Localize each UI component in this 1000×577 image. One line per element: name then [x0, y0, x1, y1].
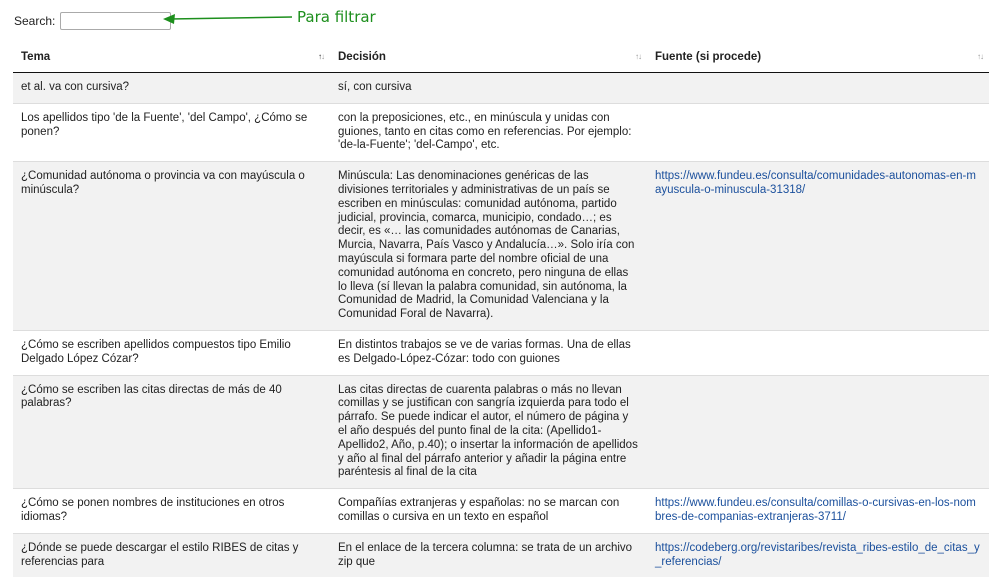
- cell-tema: ¿Dónde se puede descargar el estilo RIBE…: [13, 532, 330, 577]
- cell-decision: Minúscula: Las denominaciones genéricas …: [330, 161, 647, 331]
- cell-decision: Las citas directas de cuarenta palabras …: [330, 374, 647, 489]
- table-row: Los apellidos tipo 'de la Fuente', 'del …: [13, 102, 989, 162]
- decisions-table: Tema ↑↓ Decisión ↑↓ Fuente (si procede) …: [13, 42, 989, 577]
- column-header-label: Tema: [21, 51, 51, 63]
- cell-fuente: [647, 102, 989, 162]
- source-link[interactable]: https://codeberg.org/revistaribes/revist…: [655, 542, 980, 568]
- cell-fuente: [647, 329, 989, 376]
- cell-decision: En el enlace de la tercera columna: se t…: [330, 532, 647, 577]
- cell-fuente: [647, 374, 989, 489]
- table-row: ¿Dónde se puede descargar el estilo RIBE…: [13, 532, 989, 577]
- cell-decision: sí, con cursiva: [330, 72, 647, 104]
- column-header-decision[interactable]: Decisión ↑↓: [330, 42, 647, 73]
- column-header-fuente[interactable]: Fuente (si procede) ↑↓: [647, 42, 989, 73]
- cell-tema: ¿Cómo se escriben las citas directas de …: [13, 374, 330, 489]
- source-link[interactable]: https://www.fundeu.es/consulta/comunidad…: [655, 170, 976, 196]
- table-row: ¿Comunidad autónoma o provincia va con m…: [13, 161, 989, 331]
- cell-tema: ¿Comunidad autónoma o provincia va con m…: [13, 161, 330, 331]
- column-header-label: Decisión: [338, 51, 386, 63]
- cell-tema: et al. va con cursiva?: [13, 72, 330, 104]
- sort-icon: ↑↓: [977, 52, 984, 61]
- search-label: Search:: [14, 14, 56, 28]
- search-input[interactable]: [60, 12, 172, 30]
- column-header-label: Fuente (si procede): [655, 51, 762, 63]
- filter-annotation: Para filtrar: [160, 8, 380, 32]
- search-bar: Search:: [14, 11, 172, 31]
- table-row: ¿Cómo se escriben las citas directas de …: [13, 374, 989, 489]
- cell-fuente: [647, 72, 989, 104]
- cell-tema: Los apellidos tipo 'de la Fuente', 'del …: [13, 102, 330, 162]
- cell-fuente: https://www.fundeu.es/consulta/comunidad…: [647, 161, 989, 331]
- cell-fuente: https://codeberg.org/revistaribes/revist…: [647, 532, 989, 577]
- sort-icon: ↑↓: [635, 52, 642, 61]
- cell-decision: En distintos trabajos se ve de varias fo…: [330, 329, 647, 376]
- source-link[interactable]: https://www.fundeu.es/consulta/comillas-…: [655, 497, 976, 523]
- table-row: et al. va con cursiva? sí, con cursiva: [13, 72, 989, 104]
- cell-tema: ¿Cómo se ponen nombres de instituciones …: [13, 488, 330, 534]
- table-header-row: Tema ↑↓ Decisión ↑↓ Fuente (si procede) …: [13, 42, 989, 73]
- table-row: ¿Cómo se ponen nombres de instituciones …: [13, 488, 989, 534]
- decisions-table-container: Tema ↑↓ Decisión ↑↓ Fuente (si procede) …: [13, 42, 989, 577]
- cell-decision: Compañías extranjeras y españolas: no se…: [330, 488, 647, 534]
- sort-ascending-icon: ↑↓: [318, 52, 325, 61]
- arrow-left-icon: [163, 14, 293, 24]
- annotation-text: Para filtrar: [297, 8, 376, 26]
- column-header-tema[interactable]: Tema ↑↓: [13, 42, 330, 73]
- cell-tema: ¿Cómo se escriben apellidos compuestos t…: [13, 329, 330, 376]
- table-row: ¿Cómo se escriben apellidos compuestos t…: [13, 329, 989, 376]
- cell-fuente: https://www.fundeu.es/consulta/comillas-…: [647, 488, 989, 534]
- cell-decision: con la preposiciones, etc., en minúscula…: [330, 102, 647, 162]
